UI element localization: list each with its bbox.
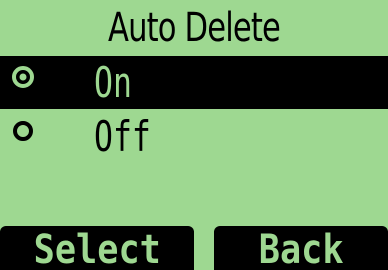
select-softkey[interactable]: Select bbox=[0, 226, 194, 270]
option-off-label: Off bbox=[94, 112, 151, 161]
radio-unselected-icon bbox=[13, 121, 33, 141]
option-off[interactable]: Off bbox=[0, 110, 388, 163]
option-on[interactable]: On bbox=[0, 56, 388, 109]
radio-selected-icon bbox=[12, 66, 34, 88]
option-on-label: On bbox=[94, 58, 132, 107]
phone-screen: Auto Delete On Off Select Back bbox=[0, 0, 388, 270]
select-softkey-label: Select bbox=[33, 227, 161, 270]
screen-title: Auto Delete bbox=[108, 5, 281, 51]
back-softkey-label: Back bbox=[258, 227, 344, 270]
back-softkey[interactable]: Back bbox=[214, 226, 388, 270]
